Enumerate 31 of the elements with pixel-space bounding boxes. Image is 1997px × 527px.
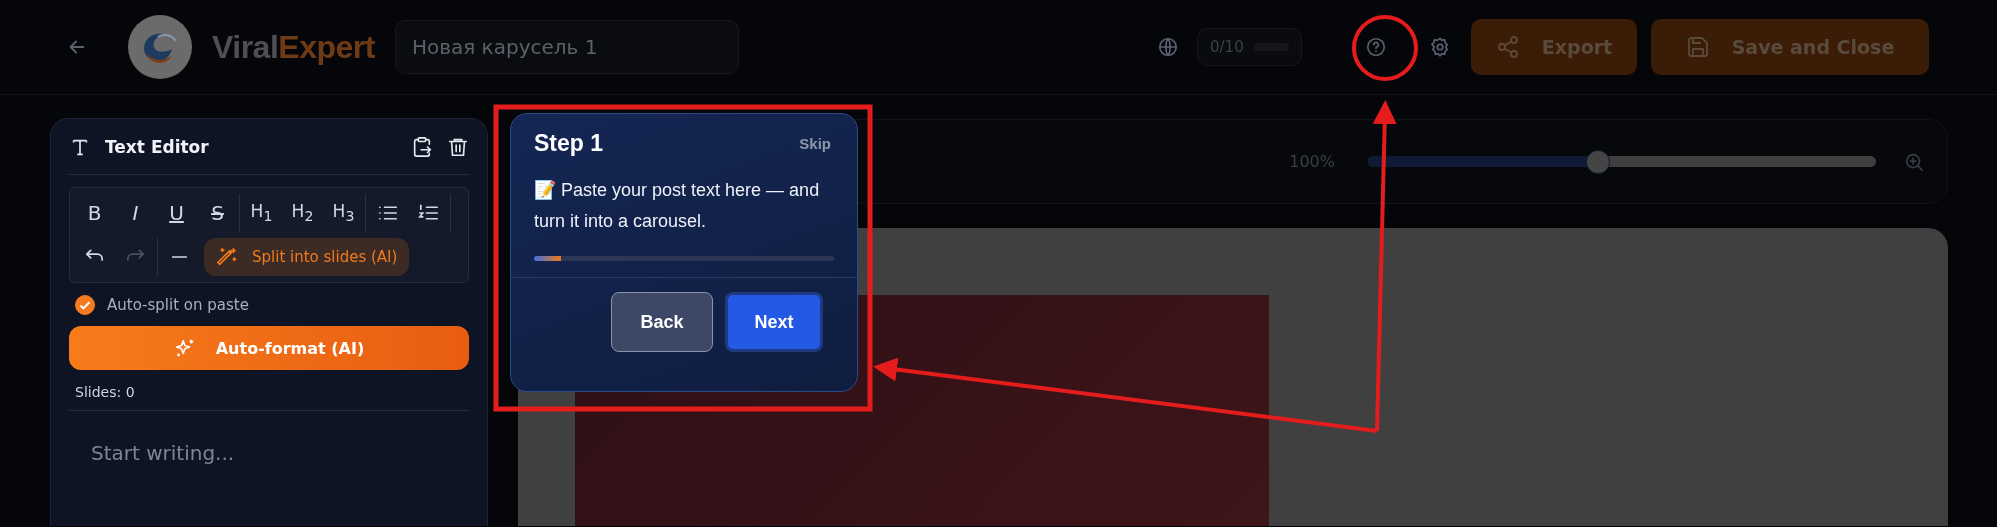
format-button[interactable]: S [197, 195, 238, 231]
zoom-reading: 100% [1289, 152, 1335, 171]
slider-thumb[interactable] [1585, 150, 1610, 174]
clipboard-export-icon[interactable] [411, 135, 433, 158]
sparkles-icon [173, 337, 196, 359]
annotation-circle [1352, 15, 1418, 81]
format-button[interactable]: U [156, 195, 197, 231]
skip-link[interactable]: Skip [799, 135, 831, 152]
panel-title: Text Editor [105, 136, 209, 157]
tour-text: 📝 Paste your post text here — and turn it into a carousel. [534, 179, 821, 233]
back-button[interactable]: Back [611, 292, 713, 352]
logo-icon [128, 15, 192, 79]
heading-button[interactable]: H$_{2}$ [282, 195, 323, 231]
next-button[interactable]: Next [725, 292, 823, 352]
tour-title: Step 1 [534, 130, 604, 157]
split-button[interactable]: Split into slides (AI) [204, 238, 410, 276]
text-area[interactable]: Start writing... [69, 433, 469, 489]
format-button[interactable]: I [115, 195, 156, 231]
checkbox-label: Auto-split on paste [107, 296, 249, 314]
settings-icon[interactable] [1429, 36, 1451, 58]
format-button[interactable]: B [74, 195, 115, 231]
heading-button[interactable]: H$_{1}$ [241, 195, 282, 231]
brand-name: ViralExpert [212, 28, 375, 66]
share-icon [1495, 35, 1520, 59]
slides-count: Slides: 0 [75, 384, 136, 400]
counter-text: 0/10 [1210, 38, 1244, 56]
help-icon[interactable] [1365, 36, 1387, 58]
heading-button[interactable]: H$_{3}$ [323, 195, 364, 231]
magic-wand-icon [216, 246, 238, 268]
checkbox[interactable] [75, 295, 95, 315]
globe-icon[interactable] [1157, 36, 1179, 58]
